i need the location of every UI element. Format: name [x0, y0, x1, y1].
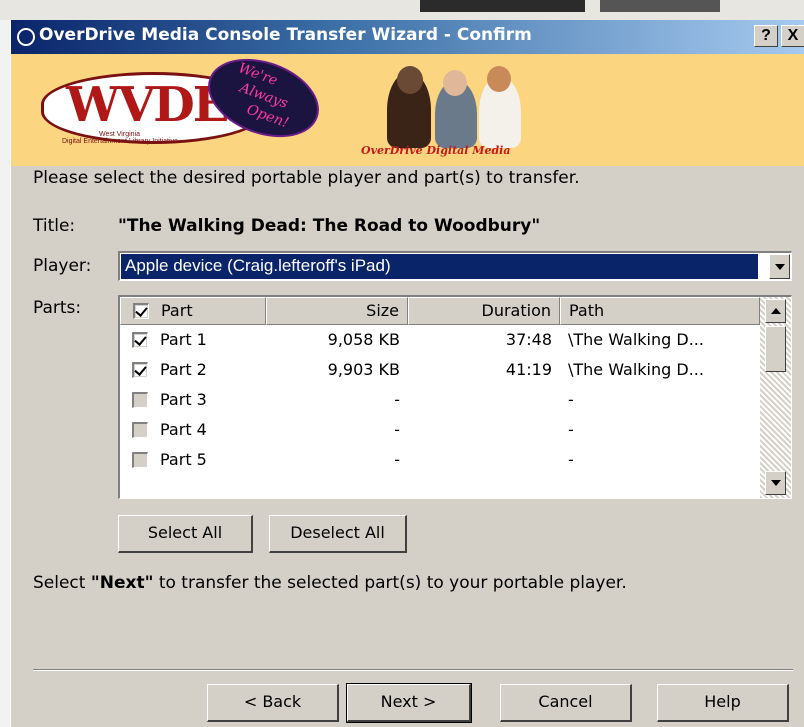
back-button[interactable]: < Back: [207, 684, 339, 722]
scroll-thumb[interactable]: [765, 326, 786, 372]
part-path: -: [568, 420, 574, 439]
part-path: -: [568, 390, 574, 409]
table-row[interactable]: Part 1 9,058 KB 37:48 \The Walking D...: [120, 325, 760, 355]
select-all-button[interactable]: Select All: [118, 515, 253, 553]
part-size: 9,058 KB: [327, 330, 400, 349]
close-button[interactable]: X: [781, 25, 804, 47]
background-desktop-edge: [0, 20, 10, 727]
parts-list[interactable]: Part Size Duration Path Part 1 9,058 KB 37…: [118, 295, 792, 499]
context-help-button[interactable]: ?: [754, 25, 778, 47]
part-duration: 41:19: [505, 360, 552, 379]
person-figure: [443, 70, 467, 96]
title-label: Title:: [33, 216, 76, 236]
part-checkbox: [132, 422, 148, 438]
part-checkbox: [132, 392, 148, 408]
overdrive-brand-text: OverDrive Digital Media: [361, 144, 511, 157]
player-select[interactable]: Apple device (Craig.lefteroff's iPad): [118, 251, 792, 281]
footer-separator: [33, 669, 793, 671]
next-button[interactable]: Next >: [346, 683, 472, 723]
chevron-up-icon: [770, 308, 781, 314]
hint-suffix: to transfer the selected part(s) to your…: [153, 573, 627, 593]
scroll-down-button[interactable]: [765, 471, 786, 495]
part-path: -: [568, 450, 574, 469]
help-button[interactable]: Help: [657, 684, 789, 722]
part-size: -: [394, 390, 400, 409]
player-label: Player:: [33, 256, 92, 276]
player-dropdown-button[interactable]: [769, 254, 790, 279]
part-name: Part 1: [160, 330, 207, 349]
part-name: Part 4: [160, 420, 207, 439]
hint-next-word: "Next": [90, 573, 154, 593]
background-window-fragment: [420, 0, 585, 12]
transfer-wizard-dialog: OverDrive Media Console Transfer Wizard …: [10, 20, 804, 727]
scroll-up-button[interactable]: [765, 299, 786, 323]
person-figure: [397, 66, 423, 94]
part-checkbox: [132, 452, 148, 468]
part-size: 9,903 KB: [327, 360, 400, 379]
chevron-down-icon: [774, 263, 785, 270]
part-duration: [408, 385, 552, 415]
parts-label: Parts:: [33, 298, 82, 318]
table-row[interactable]: Part 3 - -: [120, 385, 760, 415]
instruction-text: Please select the desired portable playe…: [33, 168, 580, 188]
column-header-path[interactable]: Path: [560, 297, 760, 325]
part-duration: [408, 445, 552, 475]
deselect-all-button[interactable]: Deselect All: [269, 515, 407, 553]
player-selected-value[interactable]: Apple device (Craig.lefteroff's iPad): [121, 254, 758, 279]
header-banner: WVDELI West Virginia Digital Entertainme…: [11, 44, 804, 166]
table-row[interactable]: Part 4 - -: [120, 415, 760, 445]
part-name: Part 2: [160, 360, 207, 379]
column-header-size[interactable]: Size: [266, 297, 408, 325]
column-header-part[interactable]: Part: [120, 297, 266, 325]
table-row[interactable]: Part 2 9,903 KB 41:19 \The Walking D...: [120, 355, 760, 385]
parts-list-scrollbar[interactable]: [760, 297, 791, 498]
select-all-checkbox[interactable]: [133, 303, 149, 319]
part-checkbox[interactable]: [132, 332, 148, 348]
table-row[interactable]: Part 5 - -: [120, 445, 760, 475]
part-path: \The Walking D...: [568, 330, 704, 349]
title-bar[interactable]: OverDrive Media Console Transfer Wizard …: [11, 20, 804, 54]
part-checkbox[interactable]: [132, 362, 148, 378]
background-window-strip: [0, 0, 804, 20]
parts-list-header: Part Size Duration Path: [120, 297, 760, 325]
person-figure: [487, 66, 511, 92]
title-value: "The Walking Dead: The Road to Woodbury": [118, 216, 541, 236]
part-duration: [408, 415, 552, 445]
cancel-button[interactable]: Cancel: [500, 684, 632, 722]
window-title: OverDrive Media Console Transfer Wizard …: [39, 25, 532, 45]
part-size: -: [394, 420, 400, 439]
logo-subtitle: Digital Entertainment Library Initiative: [62, 138, 178, 145]
part-name: Part 3: [160, 390, 207, 409]
part-path: \The Walking D...: [568, 360, 704, 379]
app-icon: [17, 28, 35, 46]
part-name: Part 5: [160, 450, 207, 469]
hint-prefix: Select: [33, 573, 91, 593]
people-photo: [379, 58, 529, 148]
column-header-duration[interactable]: Duration: [408, 297, 560, 325]
next-hint-text: Select "Next" to transfer the selected p…: [33, 573, 627, 593]
chevron-down-icon: [770, 480, 781, 486]
part-size: -: [394, 450, 400, 469]
logo-subtitle: West Virginia: [99, 131, 140, 138]
column-header-label: Part: [161, 301, 193, 320]
part-duration: 37:48: [505, 330, 552, 349]
background-window-fragment: [600, 0, 720, 12]
